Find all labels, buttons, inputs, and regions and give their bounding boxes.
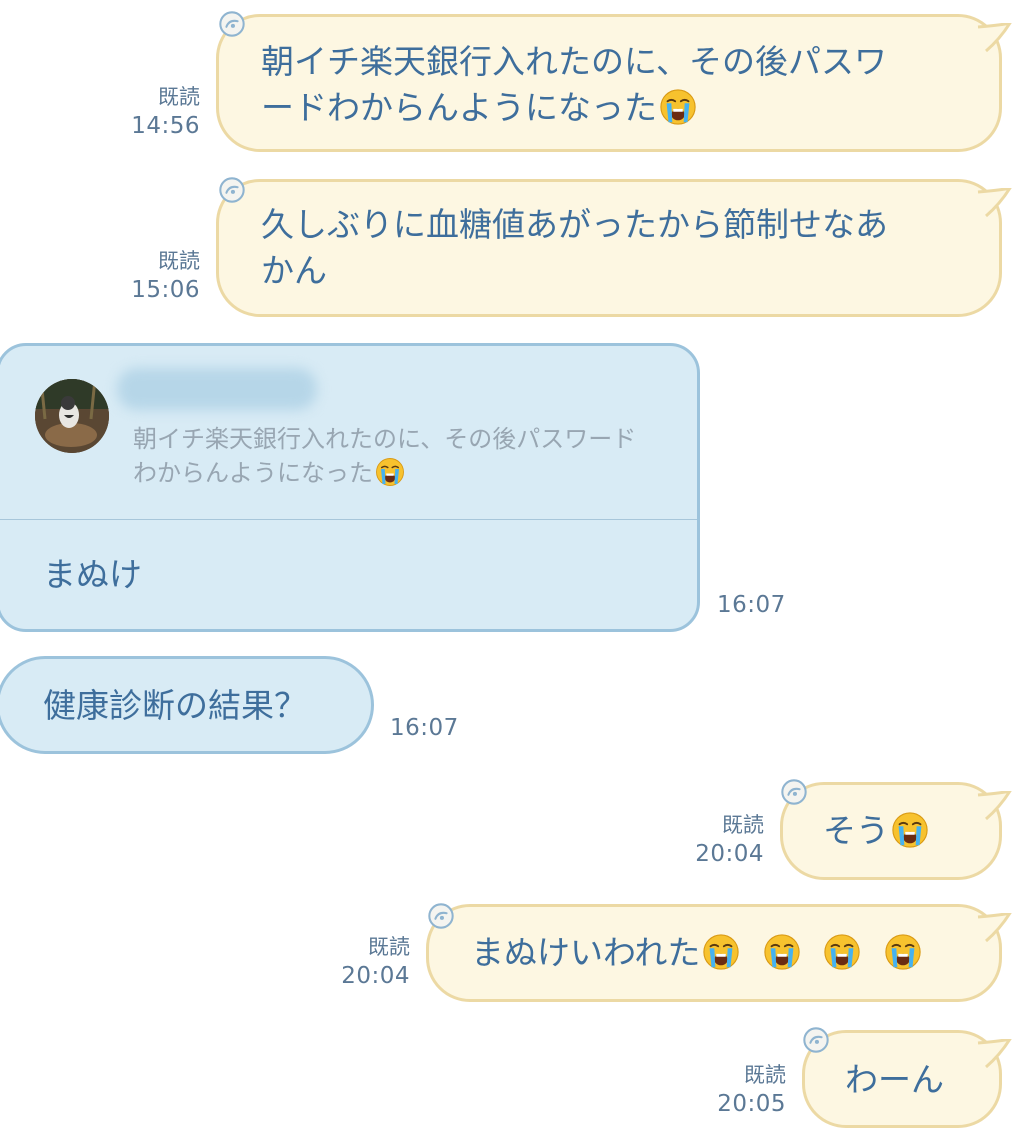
- message-text: まぬけいわれた: [471, 933, 701, 972]
- read-receipt: 既読: [744, 1063, 786, 1087]
- reaction-badge-icon[interactable]: [780, 778, 808, 806]
- message-text: かん: [261, 251, 327, 290]
- message-text: わーん: [845, 1060, 944, 1099]
- crying-face-emoji-icon: [375, 457, 405, 487]
- message-timestamp: 16:07: [390, 715, 459, 741]
- reaction-badge-icon[interactable]: [427, 902, 455, 930]
- outgoing-message-bubble[interactable]: そう: [780, 782, 1002, 880]
- crying-face-emoji-icon: [823, 933, 861, 971]
- message-text: 朝イチ楽天銀行入れたのに、その後パスワ: [261, 42, 888, 81]
- outgoing-message-bubble[interactable]: わーん: [802, 1030, 1002, 1128]
- read-receipt: 既読: [368, 935, 410, 959]
- message-timestamp: 14:56: [131, 113, 200, 139]
- message-text: ードわからんようになった: [261, 88, 657, 127]
- message-timestamp: 20:05: [717, 1091, 786, 1117]
- outgoing-message-bubble[interactable]: まぬけいわれた: [426, 904, 1002, 1002]
- incoming-message-bubble[interactable]: 健康診断の結果？: [0, 656, 374, 754]
- crying-face-emoji-icon: [884, 933, 922, 971]
- reaction-badge-icon[interactable]: [218, 10, 246, 38]
- quoted-sender-avatar: [35, 379, 109, 453]
- read-receipt: 既読: [722, 813, 764, 837]
- quoted-text: わからんようになった: [133, 459, 373, 487]
- message-timestamp: 20:04: [695, 841, 764, 867]
- reaction-badge-icon[interactable]: [802, 1026, 830, 1054]
- bubble-tail: [972, 913, 1012, 943]
- message-timestamp: 16:07: [717, 592, 786, 618]
- crying-face-emoji-icon: [891, 811, 929, 849]
- avatar-photo: [35, 379, 109, 453]
- read-receipt: 既読: [158, 85, 200, 109]
- message-text: 健康診断の結果？: [43, 686, 307, 725]
- message-text: そう: [823, 811, 889, 850]
- message-meta: 既読 20:04: [320, 933, 410, 991]
- message-meta: 既読 20:04: [674, 811, 764, 869]
- read-receipt: 既読: [158, 249, 200, 273]
- message-meta: 既読 15:06: [110, 247, 200, 305]
- quoted-sender-name-blurred: [117, 368, 317, 410]
- message-meta: 既読 14:56: [110, 83, 200, 141]
- quoted-text: 朝イチ楽天銀行入れたのに、その後パスワード: [133, 425, 637, 453]
- outgoing-message-bubble[interactable]: 久しぶりに血糖値あがったから節制せなあ かん: [216, 179, 1002, 317]
- message-timestamp: 15:06: [131, 277, 200, 303]
- outgoing-message-bubble[interactable]: 朝イチ楽天銀行入れたのに、その後パスワ ードわからんようになった: [216, 14, 1002, 152]
- message-meta: 既読 20:05: [696, 1061, 786, 1119]
- reply-text: まぬけ: [43, 555, 142, 594]
- quote-divider: [0, 519, 697, 520]
- bubble-tail: [972, 1039, 1012, 1069]
- incoming-reply-bubble[interactable]: 朝イチ楽天銀行入れたのに、その後パスワード わからんようになった まぬけ: [0, 343, 700, 632]
- crying-face-emoji-icon: [702, 933, 740, 971]
- crying-face-emoji-icon: [763, 933, 801, 971]
- crying-face-emoji-icon: [659, 88, 697, 126]
- message-timestamp: 20:04: [341, 963, 410, 989]
- message-text: 久しぶりに血糖値あがったから節制せなあ: [261, 205, 888, 244]
- reaction-badge-icon[interactable]: [218, 176, 246, 204]
- bubble-tail: [972, 791, 1012, 821]
- quoted-message: 朝イチ楽天銀行入れたのに、その後パスワード わからんようになった: [133, 422, 693, 490]
